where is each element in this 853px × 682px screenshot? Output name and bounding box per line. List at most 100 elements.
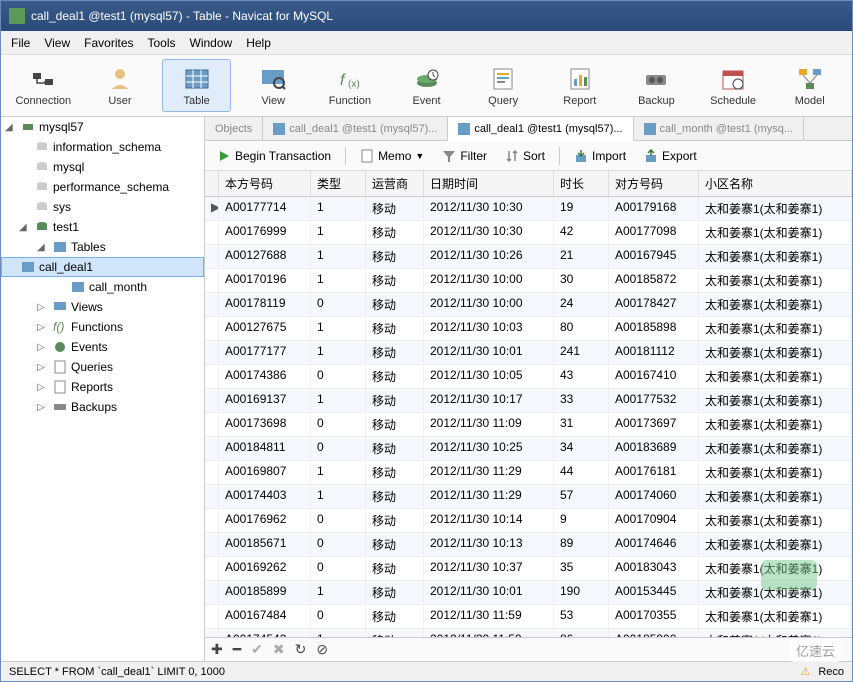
col-header-4[interactable]: 时长 [554,171,609,196]
cell[interactable]: 2012/11/30 10:01 [424,341,554,364]
cell[interactable]: 1 [311,581,366,604]
apply-button[interactable]: ✔ [251,641,263,658]
tab-table-3[interactable]: call_month @test1 (mysq... [634,117,804,140]
cell[interactable]: 0 [311,605,366,628]
cell[interactable]: A00174060 [609,485,699,508]
cell[interactable]: 35 [554,557,609,580]
cell[interactable]: 移动 [366,197,424,220]
cell[interactable]: 移动 [366,245,424,268]
cell[interactable]: 移动 [366,605,424,628]
cell[interactable]: 2012/11/30 11:29 [424,485,554,508]
memo-button[interactable]: Memo▼ [352,145,432,167]
table-row[interactable]: A001858991移动2012/11/30 10:01190A00153445… [205,581,852,605]
cell[interactable]: A00181112 [609,341,699,364]
cell[interactable]: A00185898 [609,317,699,340]
event-button[interactable]: Event [392,59,461,112]
cell[interactable]: 2012/11/30 11:59 [424,605,554,628]
cell[interactable]: 2012/11/30 10:05 [424,365,554,388]
cell[interactable]: 53 [554,605,609,628]
table-row[interactable]: A001736980移动2012/11/30 11:0931A00173697太… [205,413,852,437]
cell[interactable]: 太和姜寨1(太和姜寨1) [699,221,852,244]
menu-file[interactable]: File [11,36,30,50]
cell[interactable]: A00176999 [219,221,311,244]
cell[interactable]: 2012/11/30 10:37 [424,557,554,580]
cell[interactable]: A00183043 [609,557,699,580]
cell[interactable]: 0 [311,509,366,532]
cell[interactable]: 移动 [366,629,424,637]
cell[interactable]: 太和姜寨1(太和姜寨1) [699,581,852,604]
cell[interactable]: 1 [311,389,366,412]
cell[interactable]: 移动 [366,437,424,460]
cell[interactable]: 2012/11/30 10:00 [424,269,554,292]
cell[interactable]: 太和姜寨1(太和姜寨1) [699,509,852,532]
delete-record-button[interactable]: ━ [233,641,241,658]
table-row[interactable]: A001276881移动2012/11/30 10:2621A00167945太… [205,245,852,269]
data-grid[interactable]: 本方号码 类型 运营商 日期时间 时长 对方号码 小区名称 ▶A00177714… [205,171,852,637]
cell[interactable]: 2012/11/30 10:17 [424,389,554,412]
sort-button[interactable]: Sort [497,145,553,167]
cell[interactable]: 太和姜寨1(太和姜寨1) [699,533,852,556]
tree-folder-functions[interactable]: ▷f()Functions [1,317,204,337]
filter-button[interactable]: Filter [434,145,495,167]
schedule-button[interactable]: Schedule [699,59,768,112]
tree-folder-events[interactable]: ▷Events [1,337,204,357]
cell[interactable]: 移动 [366,509,424,532]
cell[interactable]: 0 [311,365,366,388]
cell[interactable]: 1 [311,317,366,340]
export-button[interactable]: Export [636,145,705,167]
cell[interactable]: 太和姜寨1(太和姜寨1) [699,317,852,340]
cell[interactable]: 1 [311,485,366,508]
table-row[interactable]: A001276751移动2012/11/30 10:0380A00185898太… [205,317,852,341]
cell[interactable]: A00169262 [219,557,311,580]
refresh-button[interactable]: ↻ [295,641,307,658]
cell[interactable]: 31 [554,413,609,436]
cell[interactable]: 241 [554,341,609,364]
cell[interactable]: 1 [311,197,366,220]
table-row[interactable]: A001771771移动2012/11/30 10:01241A00181112… [205,341,852,365]
tree-folder-views[interactable]: ▷Views [1,297,204,317]
table-row[interactable]: A001691371移动2012/11/30 10:1733A00177532太… [205,389,852,413]
cell[interactable]: 2012/11/30 10:26 [424,245,554,268]
cell[interactable]: 移动 [366,317,424,340]
cell[interactable]: A00167484 [219,605,311,628]
cell[interactable]: 57 [554,485,609,508]
cell[interactable]: 44 [554,461,609,484]
cell[interactable]: 89 [554,533,609,556]
cell[interactable]: A00184811 [219,437,311,460]
query-button[interactable]: Query [469,59,538,112]
cell[interactable]: A00170904 [609,509,699,532]
menu-window[interactable]: Window [190,36,233,50]
cell[interactable]: A00174646 [609,533,699,556]
cell[interactable]: A00177714 [219,197,311,220]
cell[interactable]: 0 [311,413,366,436]
cell[interactable]: 2012/11/30 10:00 [424,293,554,316]
cell[interactable]: A00173698 [219,413,311,436]
begin-transaction-button[interactable]: Begin Transaction [209,145,339,167]
cell[interactable]: 33 [554,389,609,412]
view-button[interactable]: View [239,59,308,112]
cell[interactable]: A00169807 [219,461,311,484]
cell[interactable]: A00167410 [609,365,699,388]
cell[interactable]: A00174543 [219,629,311,637]
sidebar[interactable]: ◢mysql57 information_schema mysql perfor… [1,117,205,661]
cell[interactable]: 1 [311,341,366,364]
user-button[interactable]: User [86,59,155,112]
menu-help[interactable]: Help [246,36,271,50]
cell[interactable]: A00170355 [609,605,699,628]
cancel-button[interactable]: ✖ [273,641,285,658]
cell[interactable]: 1 [311,221,366,244]
cell[interactable]: A00176181 [609,461,699,484]
cell[interactable]: 太和姜寨1(太和姜寨1) [699,197,852,220]
cell[interactable]: 43 [554,365,609,388]
cell[interactable]: 移动 [366,221,424,244]
cell[interactable]: A00177098 [609,221,699,244]
cell[interactable]: A00177532 [609,389,699,412]
cell[interactable]: A00127688 [219,245,311,268]
col-header-2[interactable]: 运营商 [366,171,424,196]
cell[interactable]: A00183689 [609,437,699,460]
menu-tools[interactable]: Tools [148,36,176,50]
cell[interactable]: 太和姜寨1(太和姜寨1) [699,413,852,436]
table-row[interactable]: A001743860移动2012/11/30 10:0543A00167410太… [205,365,852,389]
cell[interactable]: A00127675 [219,317,311,340]
tree-folder-reports[interactable]: ▷Reports [1,377,204,397]
